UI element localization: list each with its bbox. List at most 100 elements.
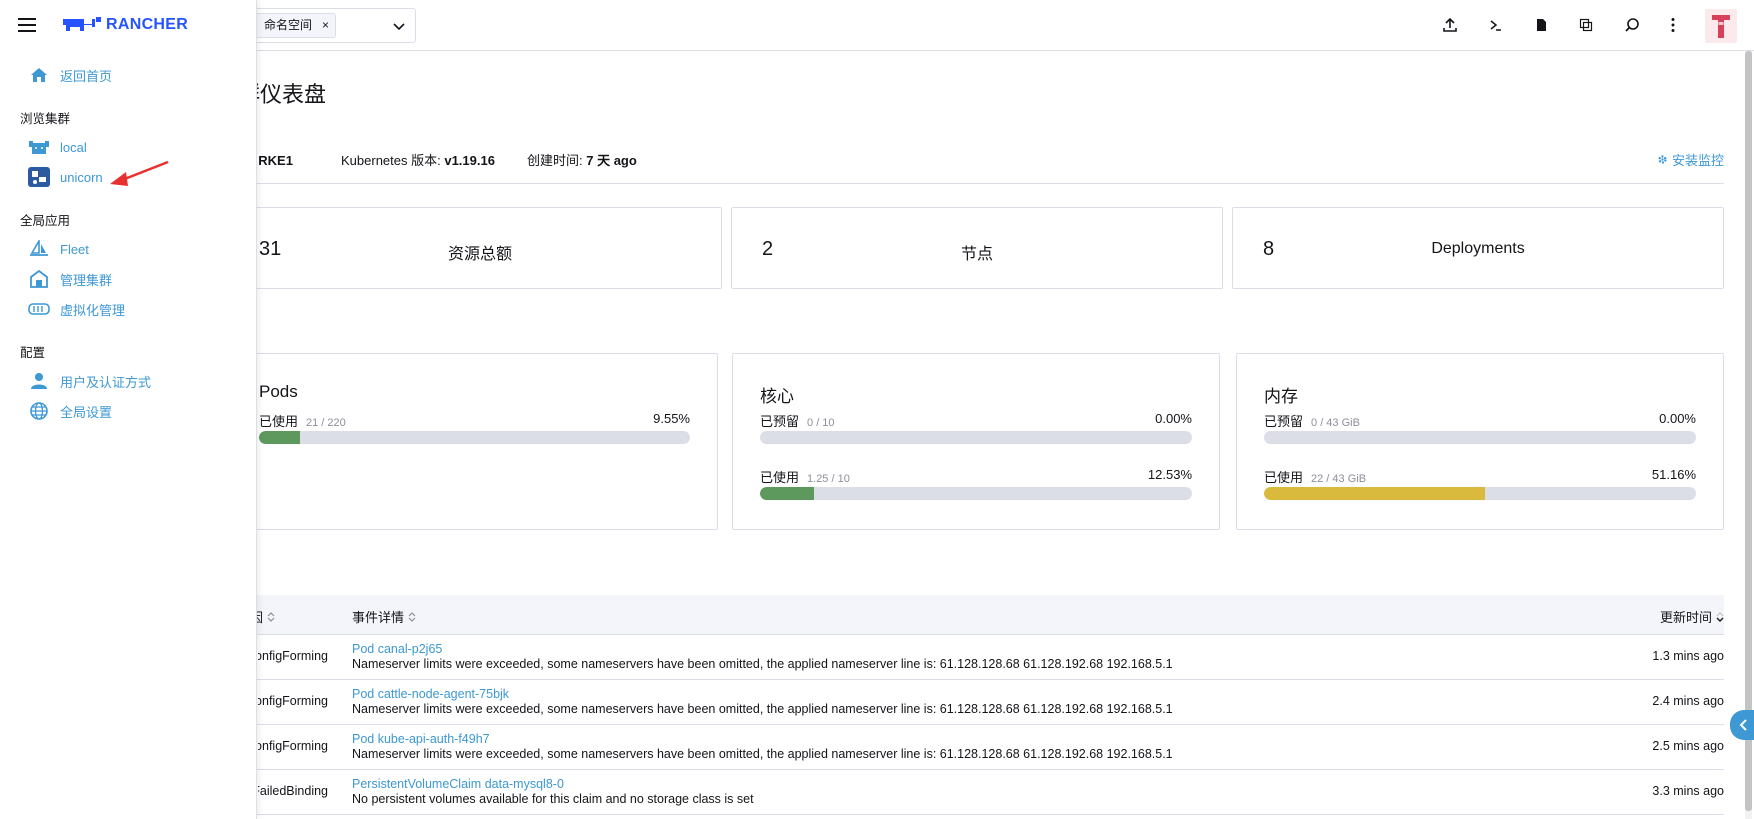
upload-icon[interactable] [1439,14,1461,36]
event-object-link[interactable]: PersistentVolumeClaim data-mysql8-0 [352,777,754,792]
download-kubeconfig-icon[interactable] [1530,14,1552,36]
menu-item-cluster-local-label: local [60,139,87,155]
pods-used-label: 已使用 21 / 220 [259,411,346,430]
table-row: DNSConfigForming Pod kube-api-auth-f49h7… [238,725,1724,770]
memory-reserved-text: 已预留 [1264,414,1304,429]
sailboat-icon [28,238,50,260]
kubectl-shell-icon[interactable] [1485,14,1507,36]
memory-used-row: 已使用 22 / 43 GiB 51.16% [1264,467,1696,503]
cpu-used-count: 1.25 / 10 [807,473,850,485]
menu-item-fleet[interactable]: Fleet [28,237,89,261]
menu-item-virtualization-label: 虚拟化管理 [60,302,126,318]
column-event-detail-label: 事件详情 [352,610,405,625]
menu-item-cluster-unicorn-label: unicorn [60,169,103,185]
created-meta: 创建时间: 7 天 ago [527,150,637,169]
collapse-panel-button[interactable] [1730,710,1754,740]
sort-icon [267,611,275,622]
cpu-gauge-title: 核心 [760,387,794,406]
sort-icon [408,611,416,622]
event-detail: PersistentVolumeClaim data-mysql8-0 No p… [352,777,754,807]
menu-item-global-settings-label: 全局设置 [60,404,113,420]
namespace-chip: 命名空间 × [255,13,337,38]
hamburger-menu-icon[interactable] [18,17,38,33]
node-count-card[interactable]: 2 节点 [731,207,1223,289]
namespace-filter[interactable]: 命名空间 × [230,8,416,43]
cpu-reserved-count: 0 / 10 [807,417,835,429]
cpu-used-bar-fill [760,487,815,500]
pods-gauge-title: Pods [259,382,298,401]
pods-used-row: 已使用 21 / 220 9.55% [259,411,690,447]
search-icon[interactable] [1621,14,1643,36]
memory-gauge-card: 内存 已预留 0 / 43 GiB 0.00% 已使用 22 / 43 GiB 51… [1236,353,1724,530]
memory-reserved-count: 0 / 43 GiB [1311,417,1360,429]
side-menu-header: RANCHER [0,0,256,51]
pods-used-bar-fill [259,431,301,444]
column-event-detail[interactable]: 事件详情 [352,607,416,626]
install-monitoring-link[interactable]: 安装监控 [1657,150,1724,169]
user-icon [28,370,50,392]
memory-used-count: 22 / 43 GiB [1311,473,1367,485]
menu-item-cluster-local[interactable]: local [28,135,87,159]
table-row: DNSConfigForming Pod cattle-node-agent-7… [238,680,1724,725]
rancher-cow-logo-icon [63,17,101,31]
event-time: 2.5 mins ago [1652,739,1724,753]
globe-icon [28,400,50,422]
cpu-used-bar [760,487,1192,500]
k8s-version-value: v1.19.16 [444,153,495,168]
cluster-dashboard: 命名空间× 群仪表盘 商: RKE1 Kubernetes 版本: v1.19.… [0,0,1754,819]
menu-group-config: 配置 [20,346,46,360]
memory-reserved-label: 已预留 0 / 43 GiB [1264,411,1360,430]
brand-name: RANCHER [106,16,189,33]
deployment-count-label: Deployments [1431,240,1525,257]
top-header: 命名空间 × [0,0,1754,51]
event-reason: DNSConfigForming [258,739,328,753]
cpu-used-text: 已使用 [760,470,800,485]
event-detail: Pod kube-api-auth-f49h7 Nameserver limit… [352,732,1173,762]
column-updated-time[interactable]: 更新时间 [1660,607,1724,626]
event-message: Nameserver limits were exceeded, some na… [352,702,1173,716]
menu-item-global-settings[interactable]: 全局设置 [28,399,112,423]
page-scrollbar[interactable] [1745,51,1752,819]
cpu-used-row: 已使用 1.25 / 10 12.53% [760,467,1192,503]
menu-group-global-apps: 全局应用 [20,214,71,228]
namespace-chip-label: 命名空间 [264,18,313,32]
menu-item-users-auth[interactable]: 用户及认证方式 [28,369,151,393]
menu-item-cluster-management-label: 管理集群 [60,272,113,288]
created-value: 7 天 ago [586,153,637,168]
menu-item-virtualization[interactable]: 虚拟化管理 [28,297,125,321]
table-row: DNSConfigForming Pod canal-p2j65 Nameser… [238,635,1724,680]
event-object-link[interactable]: Pod canal-p2j65 [352,642,1173,657]
rancher-logo[interactable]: RANCHER [62,16,188,34]
scrollbar-thumb[interactable] [1745,51,1752,811]
events-table-header: 因 事件详情 更新时间 [238,595,1724,635]
deployment-count-card[interactable]: 8 Deployments [1232,207,1724,289]
memory-reserved-percent: 0.00% [1659,411,1696,426]
side-menu: RANCHER 返回首页 浏览集群 local unicorn 全局应用 Fle… [0,0,257,819]
cow-icon [28,136,50,158]
memory-gauge-title: 内存 [1264,387,1298,406]
sort-desc-icon [1716,611,1724,622]
pods-used-percent: 9.55% [653,411,690,426]
event-object-link[interactable]: Pod cattle-node-agent-75bjk [352,687,1173,702]
event-object-link[interactable]: Pod kube-api-auth-f49h7 [352,732,1173,747]
copy-kubeconfig-icon[interactable] [1575,14,1597,36]
chevron-down-icon[interactable] [392,19,406,33]
more-vertical-icon[interactable] [1662,14,1684,36]
event-time: 1.3 mins ago [1652,649,1724,663]
menu-item-cluster-unicorn[interactable]: unicorn [28,165,103,189]
menu-item-fleet-label: Fleet [60,241,89,257]
namespace-chip-remove-button[interactable]: × [322,18,329,32]
menu-item-home[interactable]: 返回首页 [28,63,112,87]
install-monitoring-label: 安装监控 [1671,153,1724,168]
menu-item-home-label: 返回首页 [60,68,113,84]
resource-count-card[interactable]: 31 资源总额 [238,207,722,289]
chevron-left-icon [1739,719,1747,731]
menu-item-cluster-management[interactable]: 管理集群 [28,267,112,291]
user-avatar[interactable] [1705,9,1737,43]
event-message: Nameserver limits were exceeded, some na… [352,747,1173,761]
harvester-icon [28,298,50,320]
memory-reserved-row: 已预留 0 / 43 GiB 0.00% [1264,411,1696,447]
pods-used-text: 已使用 [259,414,299,429]
memory-reserved-bar [1264,431,1696,444]
event-time: 2.4 mins ago [1652,694,1724,708]
